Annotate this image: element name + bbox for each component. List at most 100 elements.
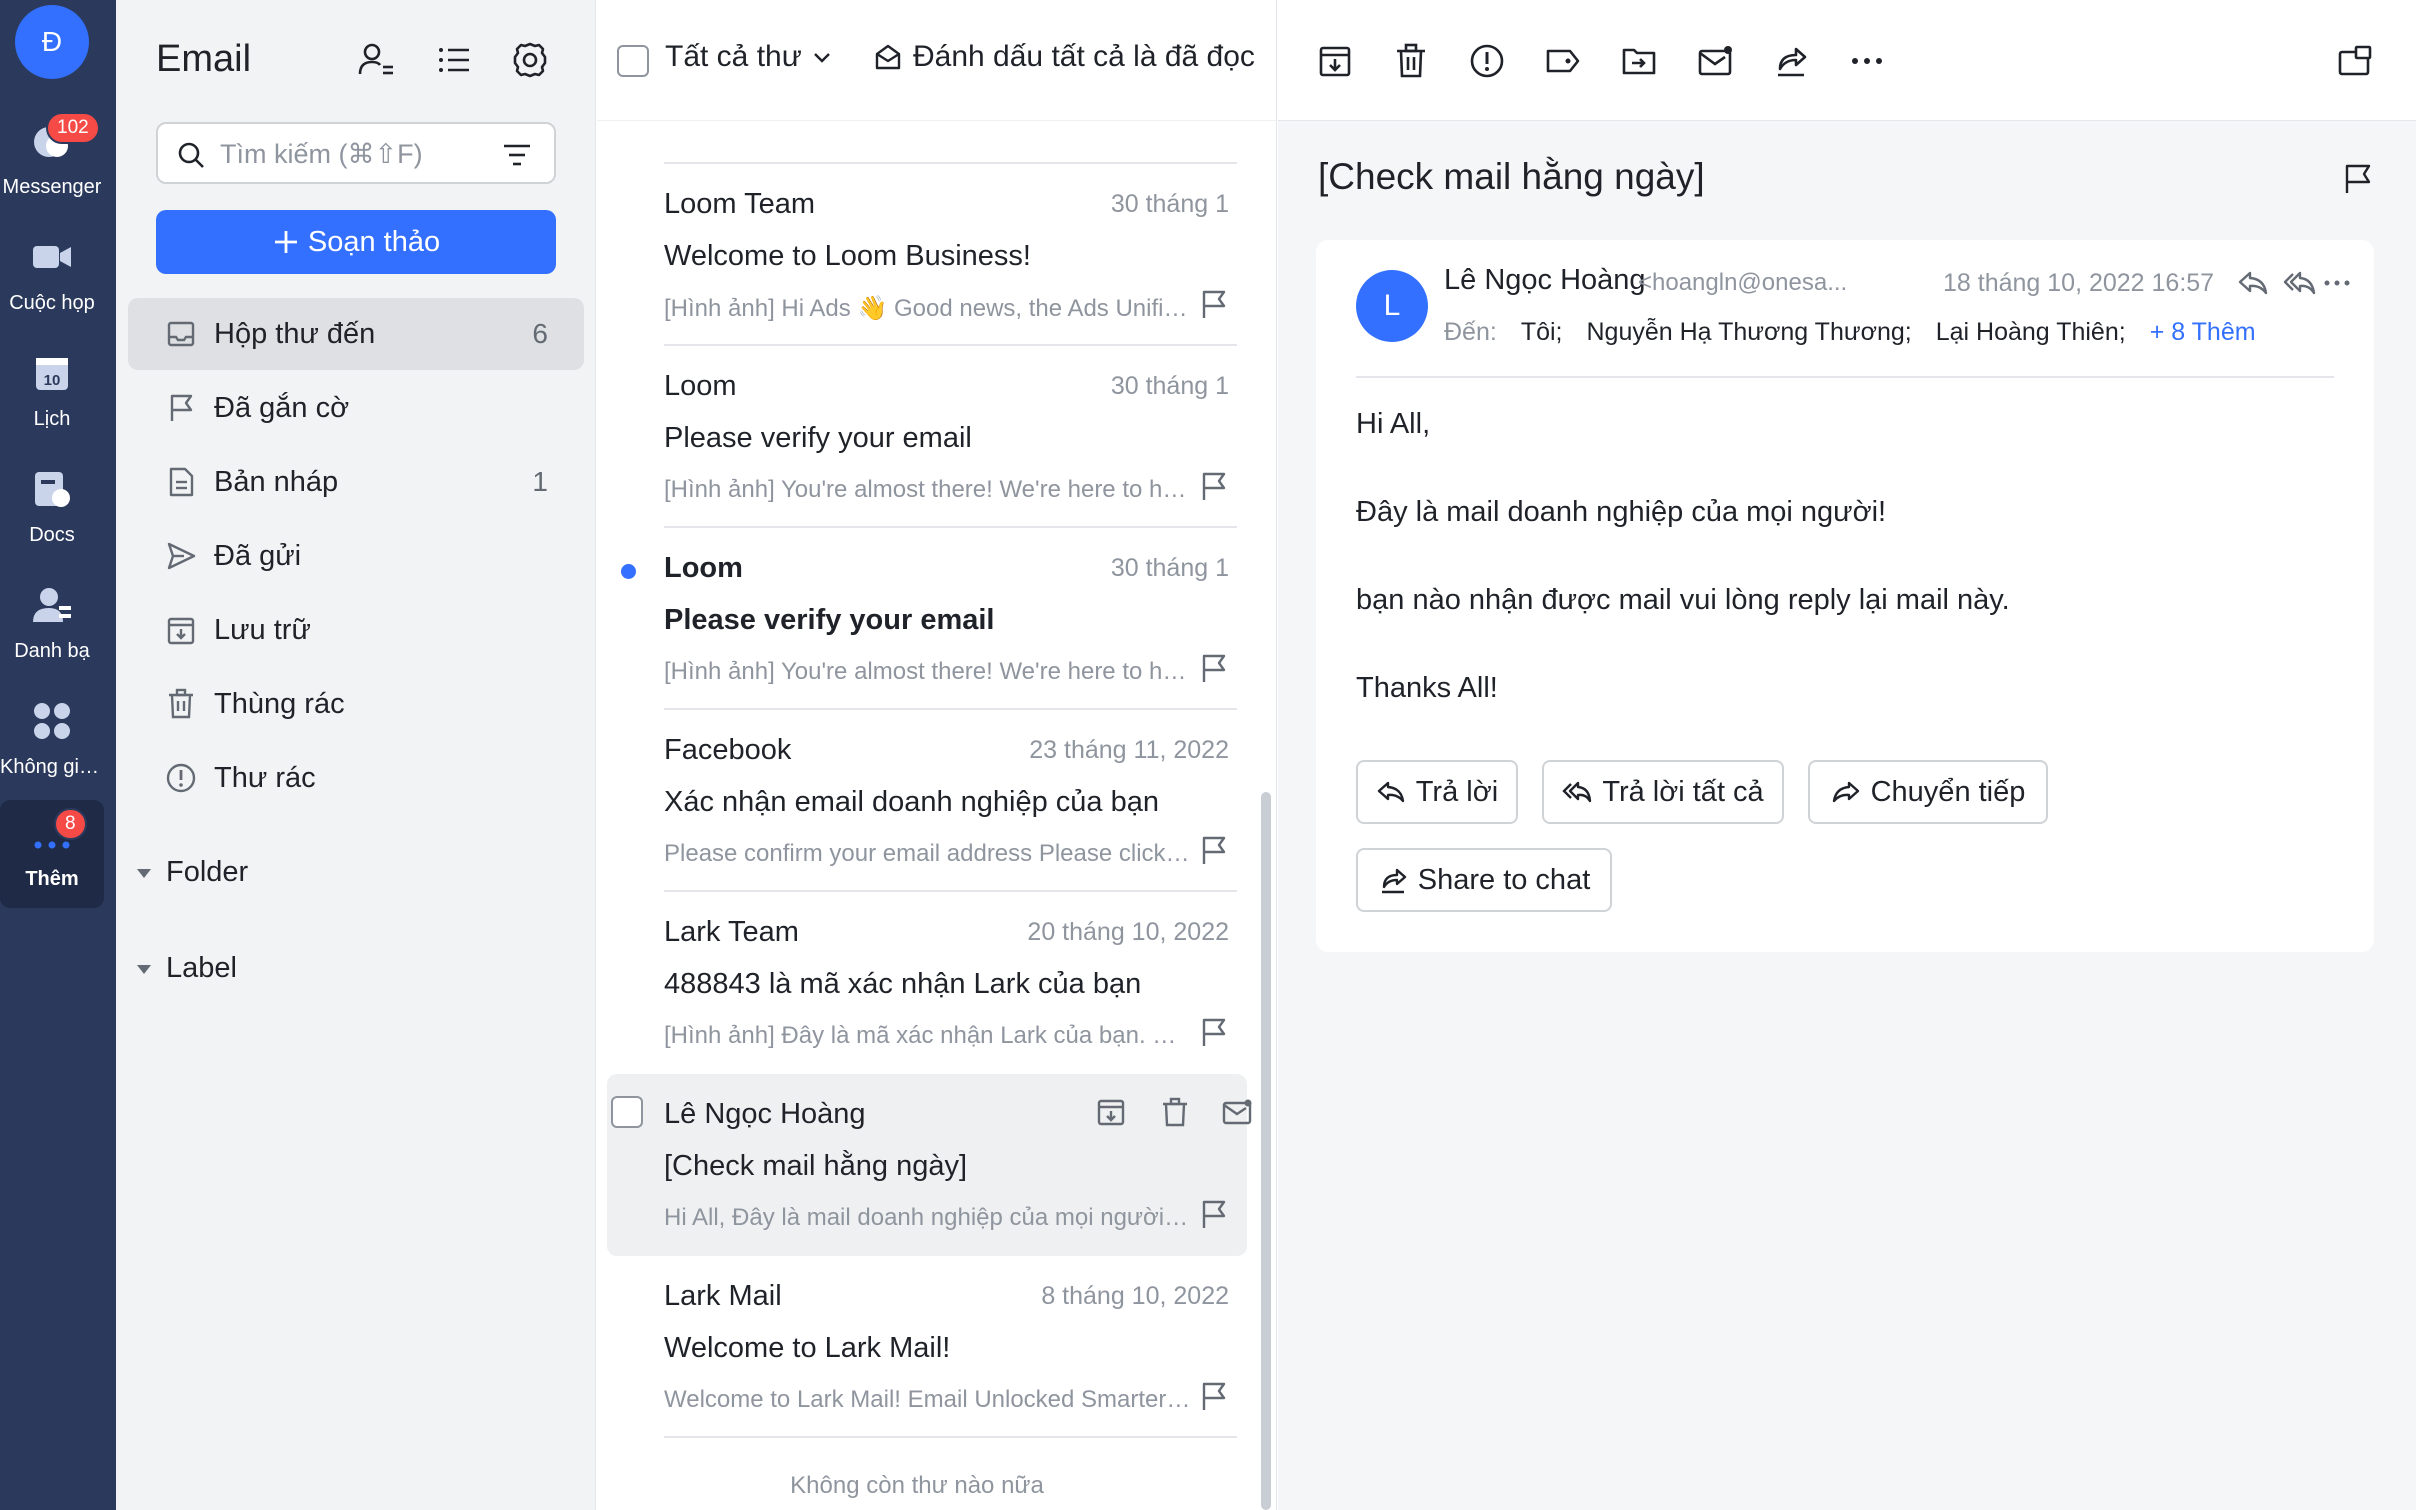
folder-flagged[interactable]: Đã gắn cờ: [128, 372, 584, 444]
divider: [664, 1436, 1237, 1438]
rail-item-contacts[interactable]: Danh bạ: [0, 576, 104, 684]
select-all-checkbox[interactable]: [617, 45, 649, 77]
body-line: bạn nào nhận được mail vui lòng reply lạ…: [1356, 584, 2010, 616]
reply-icon[interactable]: [2236, 266, 2270, 300]
rail-item-docs[interactable]: Docs: [0, 460, 104, 568]
mail-filter-dropdown[interactable]: Tất cả thư: [665, 40, 834, 74]
share-label: Share to chat: [1417, 863, 1591, 896]
mark-all-label: Đánh dấu tất cả là đã đọc: [913, 40, 1255, 73]
archive-icon[interactable]: [1095, 1096, 1127, 1128]
app-rail: Đ 102 Messenger Cuộc họp 10 Lịch Docs Da…: [0, 0, 116, 1510]
move-to-folder-icon[interactable]: [1620, 42, 1658, 80]
mail-sender: Lark Mail: [664, 1280, 782, 1312]
user-avatar[interactable]: Đ: [15, 5, 89, 79]
recipient[interactable]: Tôi;: [1521, 318, 1563, 347]
mail-checkbox[interactable]: [611, 1096, 643, 1128]
settings-gear-icon[interactable]: [510, 40, 550, 80]
inbox-icon: [167, 321, 195, 347]
archive-icon[interactable]: [1316, 42, 1354, 80]
label-tag-icon[interactable]: [1544, 42, 1582, 80]
more-horizontal-icon[interactable]: [2320, 266, 2354, 300]
mail-subject: [Check mail hằng ngày]: [664, 1150, 968, 1182]
more-recipients-link[interactable]: + 8 Thêm: [2150, 318, 2256, 347]
mark-unread-icon[interactable]: [1696, 42, 1734, 80]
folder-label: Hộp thư đến: [214, 317, 376, 350]
rail-item-more[interactable]: 8 Thêm: [0, 800, 104, 908]
caret-down-icon: [137, 868, 151, 878]
folder-spam[interactable]: Thư rác: [128, 742, 584, 814]
reply-all-icon[interactable]: [2282, 266, 2316, 300]
sender-name[interactable]: Lê Ngọc Hoàng: [1444, 264, 1646, 297]
flag-icon[interactable]: [1197, 652, 1229, 684]
mail-sender: Facebook: [664, 734, 792, 766]
folder-label: Thư rác: [214, 761, 316, 794]
filter-label: Tất cả thư: [665, 40, 802, 73]
spam-icon: [166, 763, 196, 793]
recipient[interactable]: Lại Hoàng Thiên;: [1936, 318, 2126, 347]
folder-label: Đã gửi: [214, 539, 302, 572]
reply-all-icon: [1562, 781, 1592, 803]
search-box[interactable]: [156, 122, 556, 184]
folder-drafts[interactable]: Bản nháp 1: [128, 446, 584, 518]
list-view-icon[interactable]: [434, 40, 474, 80]
report-spam-icon[interactable]: [1468, 42, 1506, 80]
folder-group-toggle[interactable]: Folder: [134, 856, 248, 889]
rail-item-workspace[interactable]: Không gia...: [0, 692, 104, 800]
search-input[interactable]: [220, 134, 480, 174]
flag-icon[interactable]: [1197, 288, 1229, 320]
mark-all-read-button[interactable]: Đánh dấu tất cả là đã đọc: [873, 40, 1255, 74]
more-badge: 8: [54, 808, 87, 840]
list-scrollbar[interactable]: [1261, 792, 1271, 1510]
rail-item-messenger[interactable]: 102 Messenger: [0, 112, 104, 220]
mail-item[interactable]: Loom Team 30 tháng 1 Welcome to Loom Bus…: [607, 164, 1247, 346]
mail-date: 30 tháng 1: [1110, 372, 1229, 400]
flag-icon[interactable]: [1197, 470, 1229, 502]
flag-icon[interactable]: [1197, 1380, 1229, 1412]
mail-item[interactable]: Lark Mail 8 tháng 10, 2022 Welcome to La…: [607, 1256, 1247, 1438]
rail-item-calendar[interactable]: 10 Lịch: [0, 344, 104, 452]
body-line: Hi All,: [1356, 408, 1431, 440]
compose-button[interactable]: Soạn thảo: [156, 210, 556, 274]
folder-archive[interactable]: Lưu trữ: [128, 594, 584, 666]
folder-trash[interactable]: Thùng rác: [128, 668, 584, 740]
account-switch-icon[interactable]: [356, 40, 396, 80]
mail-item[interactable]: Lark Team 20 tháng 10, 2022 488843 là mã…: [607, 892, 1247, 1074]
share-to-chat-button[interactable]: Share to chat: [1356, 848, 1612, 912]
unread-dot: [621, 564, 636, 579]
sender-email: <hoangln@onesa...: [1638, 269, 1848, 296]
open-new-window-icon[interactable]: [2336, 42, 2374, 80]
trash-icon[interactable]: [1159, 1096, 1191, 1128]
rail-item-meetings[interactable]: Cuộc họp: [0, 228, 104, 336]
folder-inbox[interactable]: Hộp thư đến 6: [128, 298, 584, 370]
reply-all-label: Trả lời tất cả: [1602, 775, 1764, 808]
mail-item[interactable]: Facebook 23 tháng 11, 2022 Xác nhận emai…: [607, 710, 1247, 892]
recipient[interactable]: Nguyễn Hạ Thương Thương;: [1587, 318, 1912, 347]
flag-icon[interactable]: [1197, 1198, 1229, 1230]
forward-button[interactable]: Chuyển tiếp: [1808, 760, 2048, 824]
label-group-toggle[interactable]: Label: [134, 952, 237, 985]
mail-item-selected[interactable]: Lê Ngọc Hoàng [Check mail hằng ngày] Hi …: [607, 1074, 1252, 1256]
reply-button[interactable]: Trả lời: [1356, 760, 1518, 824]
draft-icon: [169, 467, 194, 497]
mark-unread-icon[interactable]: [1221, 1096, 1253, 1128]
filter-icon[interactable]: [502, 140, 532, 170]
mail-item-unread[interactable]: Loom 30 tháng 1 Please verify your email…: [607, 528, 1247, 710]
mail-date: 20 tháng 10, 2022: [1027, 918, 1229, 946]
more-horizontal-icon[interactable]: [1848, 42, 1886, 80]
flag-icon[interactable]: [1197, 1016, 1229, 1048]
folder-sent[interactable]: Đã gửi: [128, 520, 584, 592]
group-label: Folder: [166, 856, 249, 888]
share-icon[interactable]: [1772, 42, 1810, 80]
folder-count: 1: [532, 466, 548, 497]
trash-icon[interactable]: [1392, 42, 1430, 80]
reply-all-button[interactable]: Trả lời tất cả: [1542, 760, 1784, 824]
mail-subject: 488843 là mã xác nhận Lark của bạn: [664, 968, 1142, 1000]
mail-sidebar: Email Soạn thảo Hộp thư đến 6: [116, 0, 596, 1510]
contacts-icon: [33, 588, 71, 622]
mail-item[interactable]: Loom 30 tháng 1 Please verify your email…: [607, 346, 1247, 528]
flag-icon[interactable]: [2340, 162, 2374, 196]
flag-icon[interactable]: [1197, 834, 1229, 866]
sent-date: 18 tháng 10, 2022 16:57: [1943, 269, 2215, 297]
flag-icon: [170, 394, 193, 421]
sender-avatar[interactable]: L: [1356, 270, 1428, 342]
